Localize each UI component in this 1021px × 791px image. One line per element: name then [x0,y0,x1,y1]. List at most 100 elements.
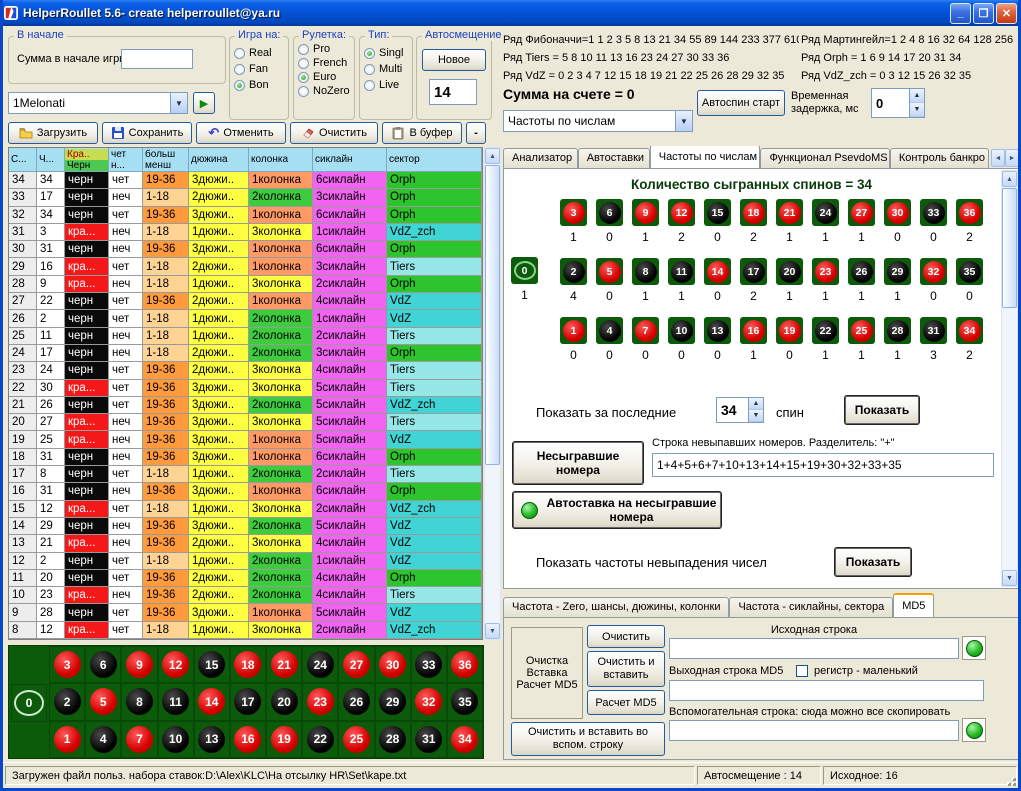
strategy-combobox[interactable]: 1Melonati ▼ [8,92,188,114]
combo-arrow-icon[interactable]: ▼ [170,93,187,113]
board-number-30[interactable]: 30 [375,646,411,683]
header-sixline[interactable]: сиклайн [313,148,387,171]
board-number-11[interactable]: 11 [158,683,194,720]
table-row[interactable]: 1925кра...неч19-363дюжи..1колонка5сиклай… [9,431,482,448]
md5-clear-button[interactable]: Очистить [587,625,665,648]
table-row[interactable]: 3234чернчет19-363дюжи..1колонка6сиклайнO… [9,207,482,224]
board-number-18[interactable]: 18 [230,646,266,683]
board-number-23[interactable]: 23 [302,683,338,720]
board-number-8[interactable]: 8 [121,683,157,720]
show-button[interactable]: Показать [844,395,920,425]
source-go-button[interactable] [962,636,986,660]
board-number-1[interactable]: 1 [49,721,85,758]
radio-nozero[interactable]: NoZero [298,85,350,97]
table-row[interactable]: 2126чернчет19-363дюжи..2колонка5сиклайнV… [9,397,482,414]
tab-scroll-left-icon[interactable]: ◄ [991,149,1005,167]
board-number-36[interactable]: 36 [447,646,483,683]
radio-french[interactable]: French [298,57,350,69]
table-row[interactable]: 262чернчет1-181дюжи..2колонка1сиклайнVdZ [9,310,482,327]
header-sector[interactable]: сектор [387,148,482,171]
scroll-down-icon[interactable]: ▼ [485,623,500,639]
minus-button[interactable]: - [466,122,486,144]
header-column[interactable]: колонка [249,148,313,171]
radio-pro[interactable]: Pro [298,43,350,55]
md5-calc-button[interactable]: Расчет MD5 [587,690,665,715]
scroll-up-icon[interactable]: ▲ [1002,171,1017,187]
board-number-5[interactable]: 5 [85,683,121,720]
combo-arrow-icon[interactable]: ▼ [675,111,692,131]
header-range[interactable]: большменш [143,148,189,171]
table-row[interactable]: 1321кра...неч19-362дюжи..3колонка4сиклай… [9,535,482,552]
radio-multi[interactable]: Multi [364,63,408,75]
tab-4[interactable]: Функционал PsevdoMS [760,148,889,168]
missing-numbers-button[interactable]: Несыгравшие номера [512,441,644,485]
board-number-7[interactable]: 7 [121,721,157,758]
play-button[interactable]: ▶ [193,92,215,114]
board-number-0[interactable]: 0 [11,684,47,722]
freq-missing-show-button[interactable]: Показать [834,547,912,577]
radio-bon[interactable]: Bon [234,79,284,91]
board-number-2[interactable]: 2 [49,683,85,720]
board-number-35[interactable]: 35 [447,683,483,720]
board-number-17[interactable]: 17 [230,683,266,720]
bottom-tab-2[interactable]: Частота - сиклайны, сектора [729,597,893,617]
table-row[interactable]: 3434чернчет19-363дюжи..1колонка6сиклайнO… [9,172,482,189]
tab-1[interactable]: Анализатор [503,148,578,168]
board-number-15[interactable]: 15 [194,646,230,683]
minimize-button[interactable]: _ [950,3,971,24]
title-bar[interactable]: HelperRoullet 5.6- create helperroullet@… [0,0,1021,26]
table-row[interactable]: 122чернчет1-181дюжи..2колонка1сиклайнVdZ [9,553,482,570]
table-scrollbar[interactable]: ▲ ▼ [484,147,501,640]
spin-down-icon[interactable]: ▼ [910,103,924,117]
table-scrollbar-thumb[interactable] [485,165,500,465]
board-number-33[interactable]: 33 [411,646,447,683]
radio-euro[interactable]: Euro [298,71,350,83]
spin-up-icon[interactable]: ▲ [749,398,763,410]
mode-combobox[interactable]: Частоты по числам ▼ [503,110,693,132]
table-row[interactable]: 2324чернчет19-362дюжи..3колонка4сиклайнT… [9,362,482,379]
table-row[interactable]: 2417черннеч1-182дюжи..2колонка3сиклайнOr… [9,345,482,362]
undo-button[interactable]: ↶ Отменить [196,122,286,144]
radio-live[interactable]: Live [364,79,408,91]
board-number-28[interactable]: 28 [375,721,411,758]
scroll-down-icon[interactable]: ▼ [1002,570,1017,586]
show-last-spinner[interactable]: 34 ▲▼ [716,397,764,423]
board-number-22[interactable]: 22 [302,721,338,758]
delay-spinner[interactable]: 0 ▲▼ [871,88,925,118]
panel-scrollbar-thumb[interactable] [1002,188,1017,308]
header-color[interactable]: Кра..Черн [65,148,109,171]
table-row[interactable]: 1831черннеч19-363дюжи..1колонка6сиклайнO… [9,449,482,466]
board-number-6[interactable]: 6 [85,646,121,683]
board-number-21[interactable]: 21 [266,646,302,683]
header-spin[interactable]: С... [9,148,37,171]
radio-real[interactable]: Real [234,47,284,59]
radio-fan[interactable]: Fan [234,63,284,75]
md5-clear-paste-aux-button[interactable]: Очистить и вставить во вспом. строку [511,722,665,756]
table-row[interactable]: 1120чернчет19-362дюжи..2колонка4сиклайнO… [9,570,482,587]
header-number[interactable]: Ч... [37,148,65,171]
board-number-4[interactable]: 4 [85,721,121,758]
tab-2[interactable]: Автоставки [578,148,650,168]
header-parity[interactable]: четн... [109,148,143,171]
buffer-button[interactable]: В буфер [382,122,462,144]
board-number-3[interactable]: 3 [49,646,85,683]
save-button[interactable]: Сохранить [102,122,192,144]
register-checkbox[interactable] [796,665,808,677]
scroll-up-icon[interactable]: ▲ [485,148,500,164]
autospin-button[interactable]: Автоспин старт [697,90,785,116]
aux-go-button[interactable] [962,718,986,742]
board-number-34[interactable]: 34 [447,721,483,758]
board-number-20[interactable]: 20 [266,683,302,720]
table-row[interactable]: 289кра...неч1-181дюжи..3колонка2сиклайнO… [9,276,482,293]
table-row[interactable]: 2230кра...чет19-363дюжи..3колонка5сиклай… [9,380,482,397]
tab-5[interactable]: Контроль банкро [890,148,989,168]
spin-down-icon[interactable]: ▼ [749,410,763,422]
table-row[interactable]: 313кра...неч1-181дюжи..3колонка1сиклайнV… [9,224,482,241]
board-number-19[interactable]: 19 [266,721,302,758]
tab-3[interactable]: Частоты по числам [650,146,761,168]
autobet-missing-button[interactable]: Автоставка на несыгравшие номера [512,491,722,529]
table-row[interactable]: 1023кра...неч19-362дюжи..2колонка4сиклай… [9,587,482,604]
board-number-13[interactable]: 13 [194,721,230,758]
spin-up-icon[interactable]: ▲ [910,89,924,103]
table-row[interactable]: 178чернчет1-181дюжи..2колонка2сиклайнTie… [9,466,482,483]
